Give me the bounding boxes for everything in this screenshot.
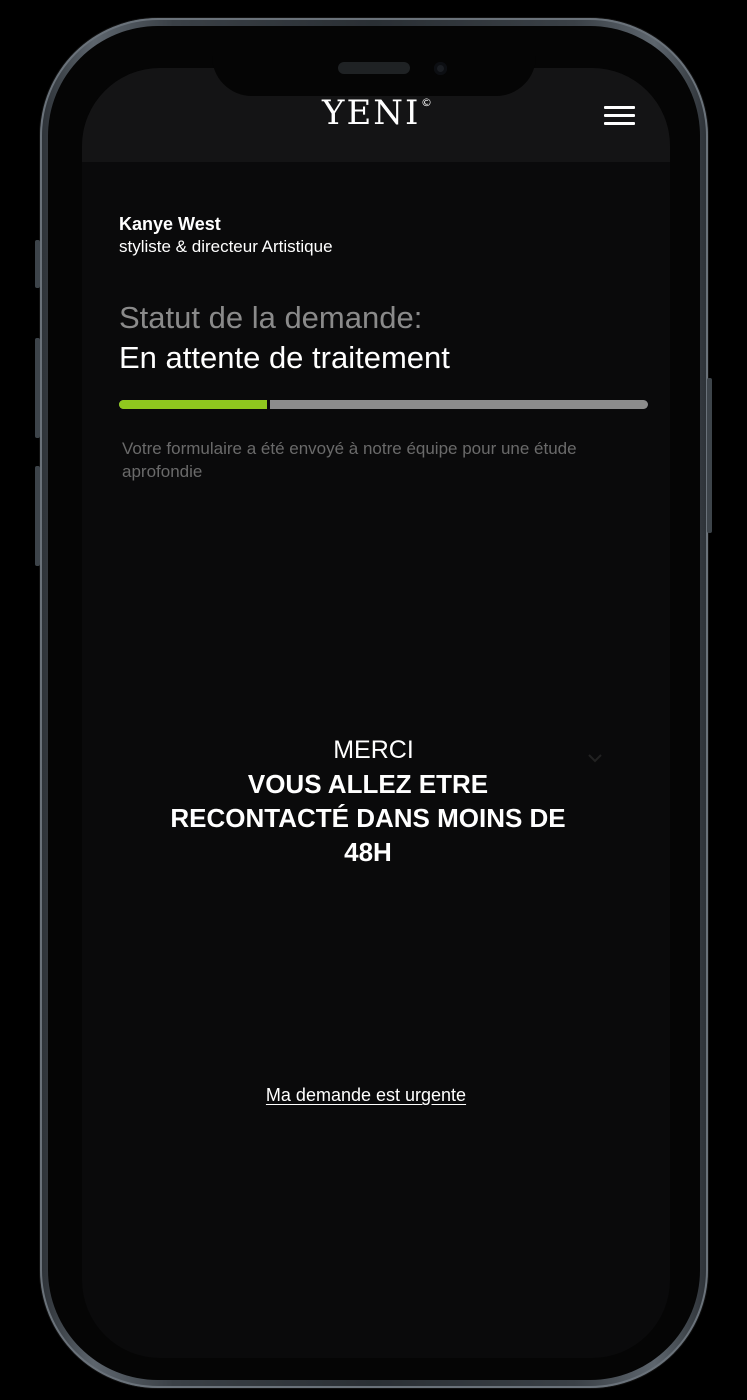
phone-volume-up-button (35, 338, 40, 438)
menu-line (604, 106, 635, 109)
confirmation-message: VOUS ALLEZ ETRE RECONTACTÉ DANS MOINS DE… (170, 769, 566, 867)
request-info-text: Votre formulaire a été envoyé à notre éq… (122, 439, 577, 481)
urgent-request-container: Ma demande est urgente (0, 1085, 732, 1106)
status-label: Statut de la demande: (119, 300, 423, 335)
phone-power-button (707, 378, 712, 533)
app-screen (82, 68, 670, 1358)
brand-logo[interactable]: YENI (322, 96, 420, 130)
phone-speaker (338, 62, 410, 74)
phone-notch (212, 26, 536, 96)
user-role: styliste & directeur Artistique (119, 237, 333, 256)
menu-line (604, 114, 635, 117)
camera-icon (434, 62, 447, 75)
hamburger-menu-icon[interactable] (604, 106, 635, 126)
copyright-mark: © (421, 96, 432, 109)
status-progress-bar (119, 400, 648, 409)
phone-side-button (35, 240, 40, 288)
phone-volume-down-button (35, 466, 40, 566)
status-value: En attente de traitement (119, 340, 450, 375)
status-progress-fill (119, 400, 271, 409)
menu-line (604, 122, 635, 125)
confirmation-intro: MERCI (333, 736, 414, 764)
urgent-request-link[interactable]: Ma demande est urgente (266, 1085, 466, 1105)
user-name: Kanye West (119, 214, 221, 234)
